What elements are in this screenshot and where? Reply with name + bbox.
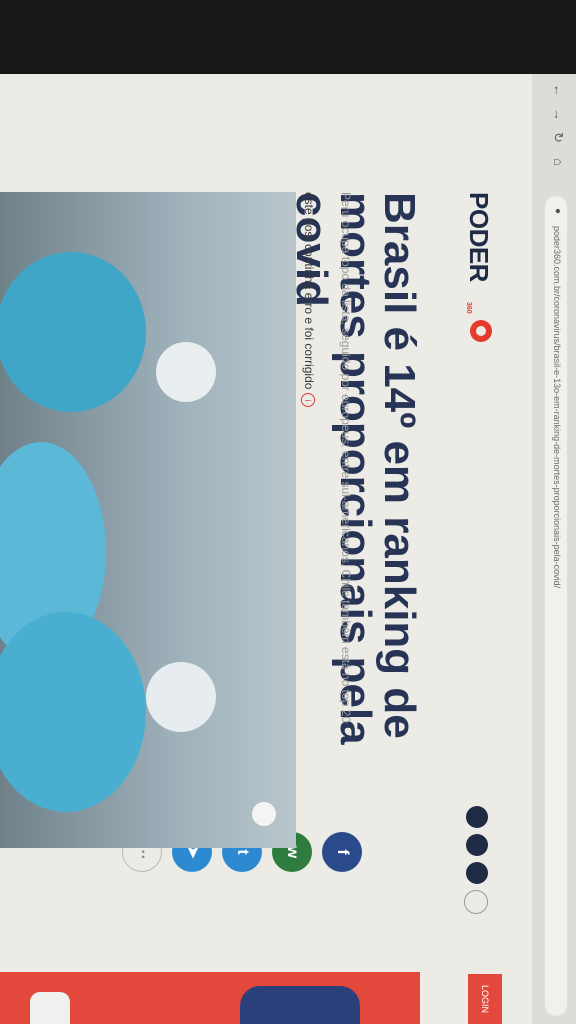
logo-badge-icon: [470, 320, 492, 342]
lock-icon: ●: [552, 208, 563, 215]
address-bar[interactable]: ● poder360.com.br/coronavirus/brasil-e-1…: [545, 196, 567, 1016]
header-social-icon[interactable]: [466, 806, 488, 828]
correction-note-text: este post continha erro e foi corrigido: [302, 192, 316, 390]
page-content: PODER 360 LOGIN Brasil é 14º em ranking …: [0, 74, 532, 1024]
photo-caption-dot-icon[interactable]: [252, 802, 276, 826]
header-icon-group: [464, 806, 488, 914]
browser-window: ← → ↻ ⌂ ● poder360.com.br/coronavirus/br…: [0, 74, 576, 1024]
header-social-icon[interactable]: [466, 862, 488, 884]
site-logo[interactable]: PODER: [463, 192, 494, 282]
photo-figure: [0, 612, 146, 812]
facebook-share-icon[interactable]: f: [322, 832, 362, 872]
banner-badge: [240, 986, 360, 1024]
browser-toolbar: ← → ↻ ⌂ ● poder360.com.br/coronavirus/br…: [531, 74, 576, 1024]
header-menu-icon[interactable]: [464, 890, 488, 914]
info-icon[interactable]: i: [301, 393, 315, 408]
back-arrow-icon[interactable]: ←: [551, 84, 566, 97]
next-article-banner[interactable]: [0, 972, 420, 1024]
home-icon[interactable]: ⌂: [551, 158, 566, 166]
photo-figure: [156, 342, 216, 402]
article-photo: [0, 192, 296, 848]
forward-arrow-icon[interactable]: →: [551, 108, 566, 121]
url-text: poder360.com.br/coronavirus/brasil-e-13o…: [552, 226, 562, 589]
banner-image: [30, 992, 70, 1024]
monitor-bezel: [0, 0, 576, 78]
login-button[interactable]: LOGIN: [468, 974, 502, 1024]
photo-figure: [146, 662, 216, 732]
logo-subtext: 360: [465, 302, 472, 314]
photo-figure: [0, 252, 146, 412]
header-social-icon[interactable]: [466, 834, 488, 856]
reload-icon[interactable]: ↻: [550, 132, 566, 143]
correction-note: este post continha erro e foi corrigido i: [301, 192, 316, 408]
article-subtitle: Peru ocupa topo da lista, seguido por eu…: [339, 192, 353, 723]
